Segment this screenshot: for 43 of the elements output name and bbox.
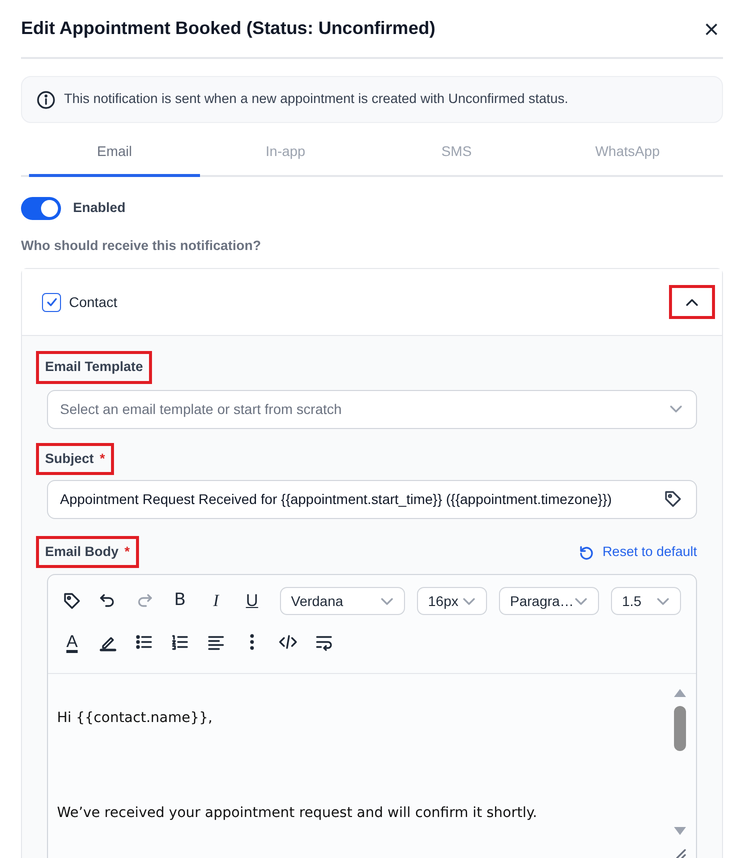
checkmark-icon [46, 296, 58, 308]
more-icon [249, 633, 255, 651]
checkbox-label: Contact [69, 292, 118, 312]
format-select[interactable]: 16px [417, 587, 487, 615]
tag-icon[interactable] [663, 489, 683, 510]
resize-handle-icon[interactable] [673, 846, 687, 858]
chevron-up-icon [685, 298, 699, 307]
field-label: Email Body * [39, 538, 136, 565]
bold-button[interactable]: B [164, 585, 196, 617]
chevron-down-icon [574, 596, 588, 606]
field-label: Subject * [39, 446, 112, 472]
body-paragraph: Hi {{contact.name}}, [57, 709, 214, 728]
numbered-list-icon [170, 632, 190, 652]
tag-icon [62, 591, 82, 611]
italic-button[interactable]: I [200, 585, 232, 617]
format-select[interactable]: 1.5 [611, 587, 681, 615]
info-text: This notification is sent when a new appointment is created with Unconfirmed status. [64, 90, 568, 108]
code-icon [278, 632, 298, 652]
close-button[interactable]: × [700, 16, 723, 42]
bullet-list-icon [134, 632, 154, 652]
enabled-switch[interactable] [21, 197, 61, 220]
channel-tab[interactable]: Email [29, 129, 200, 177]
dialog-title: Edit Appointment Booked (Status: Unconfirmed) [21, 18, 436, 40]
chevron-down-icon [462, 596, 476, 606]
contact-checkbox[interactable] [42, 292, 61, 312]
subject-field[interactable]: Appointment Request Received for {{appointment.start_time}} ({{appointment.timezone}}) [47, 480, 697, 519]
body-paragraph: We’ve received your appointment request and will confirm it shortly. [57, 804, 538, 823]
field-label: Email Template [39, 354, 150, 380]
underline-button[interactable]: U [236, 585, 268, 617]
info-icon [36, 90, 56, 110]
reset-icon [578, 544, 594, 560]
template-select[interactable]: Select an email template or start from scratch [47, 390, 697, 428]
format-select[interactable]: Paragra… [499, 587, 599, 615]
collapse-button[interactable] [672, 288, 712, 316]
chevron-down-icon [380, 596, 394, 606]
reset-link[interactable]: Reset to default [578, 542, 697, 562]
chevron-down-icon [656, 596, 670, 606]
scrollbar-thumb[interactable] [674, 706, 686, 751]
chevron-down-icon [669, 404, 683, 414]
text-color-button[interactable]: A [56, 626, 88, 658]
section-label: Who should receive this notification? [21, 237, 262, 255]
format-select[interactable]: Verdana [280, 587, 405, 615]
switch-label: Enabled [73, 199, 126, 218]
